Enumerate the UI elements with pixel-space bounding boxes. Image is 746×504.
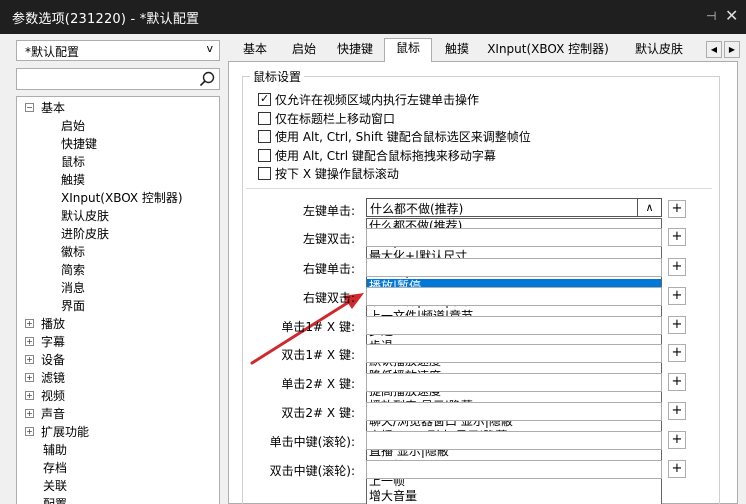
add-action-button[interactable]: + [668, 200, 686, 218]
checkbox-label: 使用 Alt, Ctrl, Shift 键配合鼠标选区来调整帧位 [275, 130, 531, 144]
option-checkbox-row[interactable]: 按下 X 键操作鼠标滚动 [258, 166, 399, 182]
checkbox[interactable] [258, 130, 271, 143]
option-checkbox-row[interactable]: 使用 Alt, Ctrl 键配合鼠标拖拽来移动字幕 [258, 148, 496, 164]
action-field-label: 右键单击: [302, 262, 355, 276]
tab-item[interactable]: XInput(XBOX 控制器) [482, 40, 614, 61]
action-field-select[interactable] [366, 431, 662, 450]
action-field-select[interactable] [366, 344, 662, 363]
add-action-button[interactable]: + [668, 287, 686, 305]
action-field-label: 左键单击: [302, 204, 355, 218]
add-action-button[interactable]: + [668, 344, 686, 362]
add-action-button[interactable]: + [668, 373, 686, 391]
add-action-button[interactable]: + [668, 316, 686, 334]
action-field-select[interactable] [366, 460, 662, 479]
action-field-label: 单击2# X 键: [281, 377, 355, 391]
add-action-button[interactable]: + [668, 402, 686, 420]
action-field-label: 双击2# X 键: [281, 406, 355, 420]
checkbox-label: 使用 Alt, Ctrl 键配合鼠标拖拽来移动字幕 [275, 148, 496, 163]
tab-item[interactable]: 快捷键 [328, 40, 382, 61]
checkbox[interactable] [258, 91, 271, 107]
option-checkbox-row[interactable]: 仅允许在视频区域内执行左键单击操作 [258, 91, 480, 108]
tab-item[interactable]: 鼠标 [384, 38, 432, 62]
option-checkbox-row[interactable]: 仅在标题栏上移动窗口 [258, 111, 395, 127]
annotation-arrow [250, 293, 364, 365]
action-field-select[interactable] [366, 373, 662, 392]
action-field-select[interactable] [366, 287, 662, 306]
action-field-label: 单击中键(滚轮): [269, 435, 355, 449]
checkbox[interactable] [258, 111, 271, 125]
action-field-select[interactable] [366, 228, 662, 247]
option-checkbox-row[interactable]: 使用 Alt, Ctrl, Shift 键配合鼠标选区来调整帧位 [258, 129, 531, 145]
tab-item[interactable]: 默认皮肤 [616, 40, 702, 61]
action-field-label: 右键双击: [302, 291, 355, 305]
tab-item[interactable]: 基本 [234, 40, 276, 61]
checkbox[interactable] [258, 167, 271, 180]
add-action-button[interactable]: + [668, 258, 686, 276]
action-field-select[interactable] [366, 402, 662, 421]
checkbox-label: 仅允许在视频区域内执行左键单击操作 [275, 93, 480, 107]
tab-item[interactable]: 启始 [282, 40, 326, 61]
add-action-button[interactable]: + [668, 228, 686, 246]
action-field-label: 单击1# X 键: [281, 320, 355, 334]
action-field-label: 双击中键(滚轮): [269, 464, 355, 478]
checkbox-label: 仅在标题栏上移动窗口 [275, 111, 396, 126]
add-action-button[interactable]: + [668, 460, 686, 478]
tab-item[interactable]: 触摸 [434, 40, 480, 61]
action-field-label: 左键双击: [302, 232, 355, 246]
action-field-select[interactable] [366, 316, 662, 335]
action-field-label: 双击1# X 键: [281, 348, 355, 362]
checkbox[interactable] [258, 148, 271, 162]
checkbox-label: 按下 X 键操作鼠标滚动 [275, 167, 399, 181]
add-action-button[interactable]: + [668, 431, 686, 449]
action-field-select[interactable] [366, 258, 662, 277]
